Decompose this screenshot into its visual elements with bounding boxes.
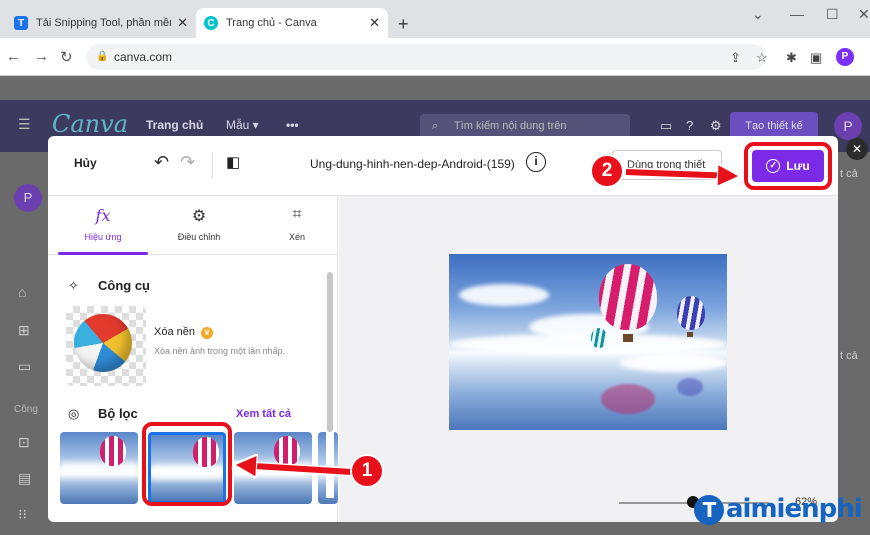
step-2-badge: 2 — [590, 154, 624, 188]
arrow-2 — [625, 172, 736, 176]
arrow-1 — [238, 465, 353, 472]
watermark-t-icon: T — [694, 495, 724, 525]
annotation-arrows — [231, 0, 743, 535]
watermark-logo: Taimienphi — [694, 494, 863, 525]
watermark-text: aimienphi — [726, 494, 863, 524]
step-1-badge: 1 — [350, 454, 384, 488]
